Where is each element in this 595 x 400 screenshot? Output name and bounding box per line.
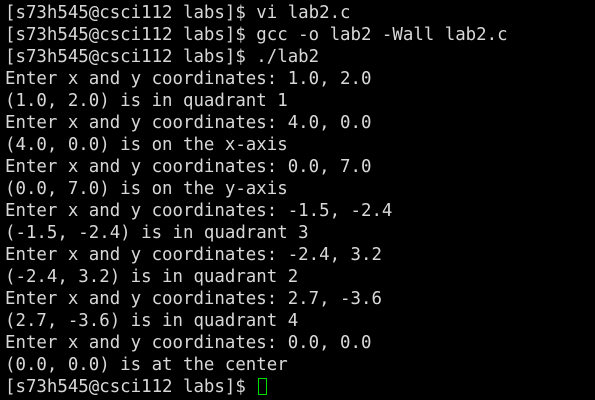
- terminal-prompt-line[interactable]: [s73h545@csci112 labs]$: [5, 376, 595, 398]
- terminal-line-output-6: (2.7, -3.6) is in quadrant 4: [5, 311, 299, 331]
- terminal-line-input-7: Enter x and y coordinates: 0.0, 0.0: [5, 333, 372, 353]
- text-cursor: [258, 378, 268, 395]
- terminal-line-command-run: [s73h545@csci112 labs]$ ./lab2: [5, 47, 320, 67]
- terminal-line-output-7: (0.0, 0.0) is at the center: [5, 355, 288, 375]
- shell-prompt: [s73h545@csci112 labs]$: [5, 377, 257, 397]
- terminal-line-output-2: (4.0, 0.0) is on the x-axis: [5, 135, 288, 155]
- terminal-line-command-vi: [s73h545@csci112 labs]$ vi lab2.c: [5, 3, 351, 23]
- terminal-line-input-1: Enter x and y coordinates: 1.0, 2.0: [5, 69, 372, 89]
- terminal-line-output-4: (-1.5, -2.4) is in quadrant 3: [5, 223, 309, 243]
- terminal-line-input-6: Enter x and y coordinates: 2.7, -3.6: [5, 289, 382, 309]
- terminal-line-input-4: Enter x and y coordinates: -1.5, -2.4: [5, 201, 393, 221]
- terminal-line-command-gcc: [s73h545@csci112 labs]$ gcc -o lab2 -Wal…: [5, 25, 508, 45]
- terminal-line-output-1: (1.0, 2.0) is in quadrant 1: [5, 91, 288, 111]
- terminal-line-output-5: (-2.4, 3.2) is in quadrant 2: [5, 267, 299, 287]
- terminal-window[interactable]: [s73h545@csci112 labs]$ vi lab2.c [s73h5…: [0, 0, 595, 400]
- terminal-line-input-5: Enter x and y coordinates: -2.4, 3.2: [5, 245, 382, 265]
- terminal-line-output-3: (0.0, 7.0) is on the y-axis: [5, 179, 288, 199]
- terminal-line-input-3: Enter x and y coordinates: 0.0, 7.0: [5, 157, 372, 177]
- terminal-line-input-2: Enter x and y coordinates: 4.0, 0.0: [5, 113, 372, 133]
